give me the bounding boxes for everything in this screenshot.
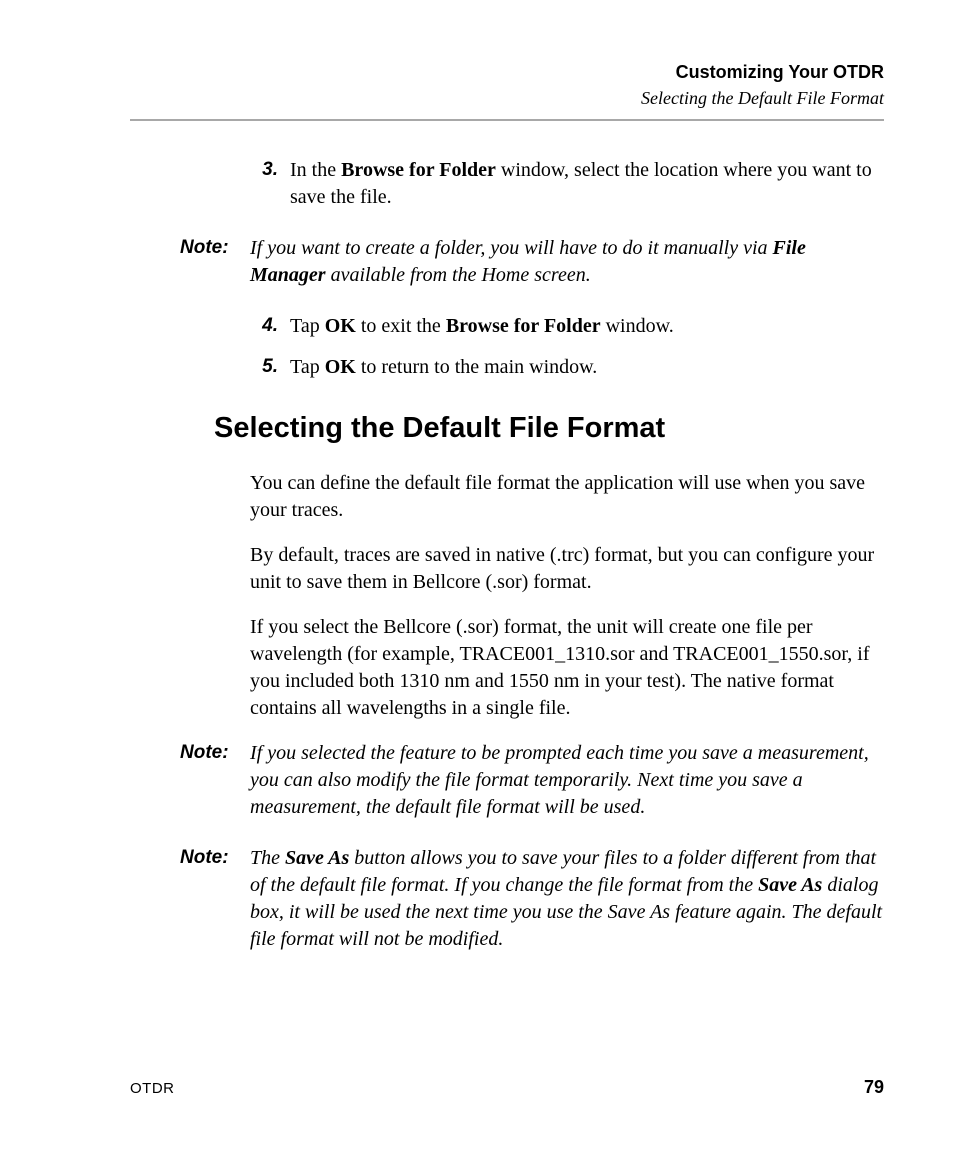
page-footer: OTDR 79 (130, 1075, 884, 1099)
step-number: 4. (250, 313, 290, 340)
note-block-1: Note: If you want to create a folder, yo… (130, 235, 884, 289)
note-block-2: Note: If you selected the feature to be … (130, 740, 884, 821)
text-run: The (250, 847, 285, 869)
footer-doc-name: OTDR (130, 1079, 175, 1099)
text-run: to exit the (356, 315, 446, 337)
note-label: Note: (130, 235, 250, 289)
step-4: 4. Tap OK to exit the Browse for Folder … (250, 313, 884, 340)
text-run: window. (601, 315, 674, 337)
note-text: If you want to create a folder, you will… (250, 235, 884, 289)
header-rule (130, 119, 884, 121)
step-number: 3. (250, 157, 290, 211)
note-text: If you selected the feature to be prompt… (250, 740, 884, 821)
step-3: 3. In the Browse for Folder window, sele… (250, 157, 884, 211)
text-run: Tap (290, 356, 325, 378)
steps-top: 3. In the Browse for Folder window, sele… (250, 157, 884, 211)
step-text: Tap OK to exit the Browse for Folder win… (290, 313, 884, 340)
header-section-title: Selecting the Default File Format (130, 86, 884, 110)
note-label: Note: (130, 845, 250, 953)
step-number: 5. (250, 354, 290, 381)
bold-run: Browse for Folder (341, 159, 496, 181)
running-header: Customizing Your OTDR Selecting the Defa… (130, 60, 884, 111)
bold-italic-run: Save As (758, 874, 822, 896)
bold-run: OK (325, 356, 356, 378)
step-5: 5. Tap OK to return to the main window. (250, 354, 884, 381)
text-run: If you want to create a folder, you will… (250, 237, 773, 259)
text-run: Tap (290, 315, 325, 337)
bold-run: OK (325, 315, 356, 337)
text-run: to return to the main window. (356, 356, 597, 378)
section-heading: Selecting the Default File Format (214, 409, 884, 448)
note-text: The Save As button allows you to save yo… (250, 845, 884, 953)
bold-run: Browse for Folder (446, 315, 601, 337)
chapter-title: Customizing Your OTDR (130, 60, 884, 84)
body-block: You can define the default file format t… (250, 470, 884, 722)
footer-page-number: 79 (864, 1075, 884, 1099)
steps-mid: 4. Tap OK to exit the Browse for Folder … (250, 313, 884, 381)
note-label: Note: (130, 740, 250, 821)
bold-italic-run: Save As (285, 847, 349, 869)
body-paragraph-1: You can define the default file format t… (250, 470, 884, 524)
text-run: available from the Home screen. (326, 264, 591, 286)
text-run: In the (290, 159, 341, 181)
step-text: Tap OK to return to the main window. (290, 354, 884, 381)
step-text: In the Browse for Folder window, select … (290, 157, 884, 211)
note-block-3: Note: The Save As button allows you to s… (130, 845, 884, 953)
body-paragraph-2: By default, traces are saved in native (… (250, 542, 884, 596)
body-paragraph-3: If you select the Bellcore (.sor) format… (250, 614, 884, 722)
